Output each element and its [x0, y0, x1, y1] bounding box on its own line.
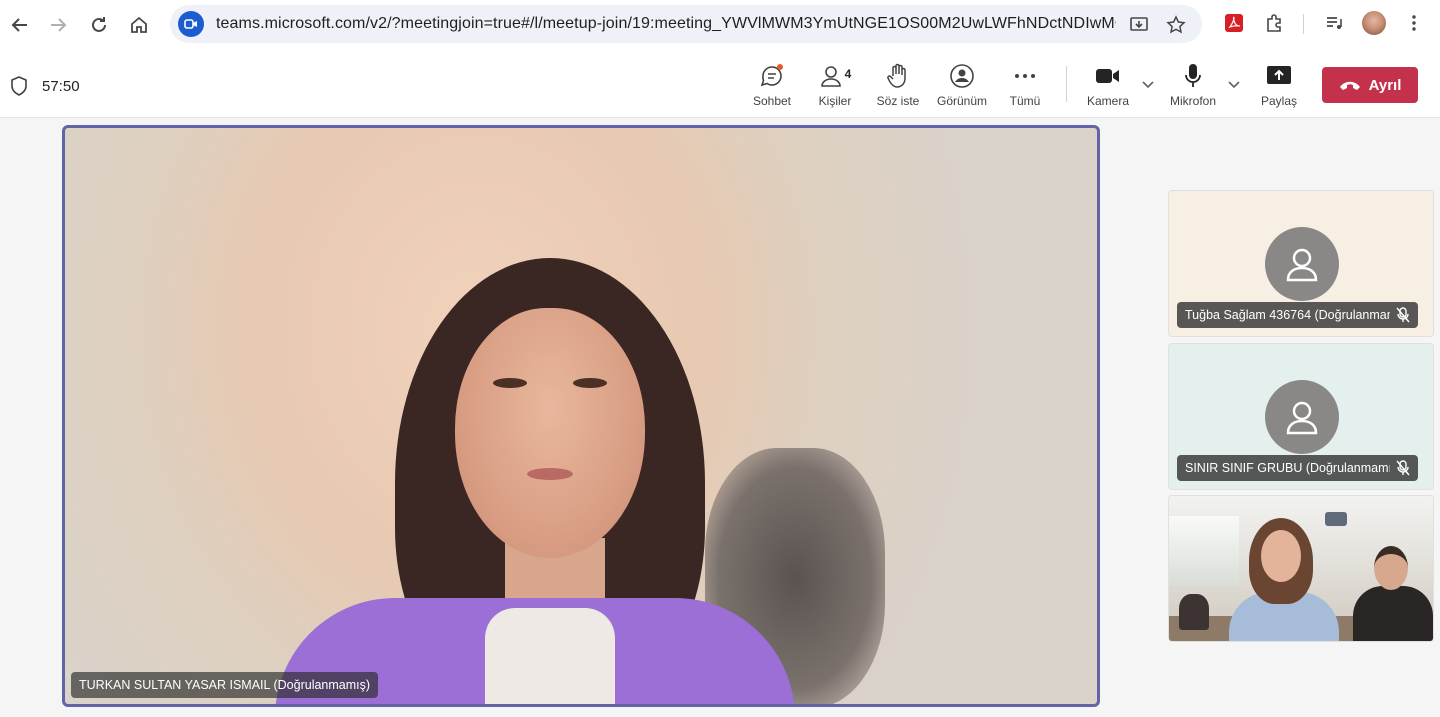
- home-button[interactable]: [119, 5, 159, 45]
- toolbar-separator: [1066, 66, 1067, 102]
- microphone-icon: [1185, 64, 1201, 87]
- person-avatar-icon: [1265, 227, 1339, 301]
- mic-muted-icon: [1396, 460, 1410, 476]
- people-count: 4: [844, 67, 852, 81]
- address-bar[interactable]: teams.microsoft.com/v2/?meetingjoin=true…: [170, 5, 1202, 43]
- student-right-body: [1353, 586, 1433, 641]
- mic-options-chevron-down-icon[interactable]: [1228, 78, 1240, 92]
- more-icon: [1015, 74, 1035, 78]
- arrow-right-icon: [51, 18, 67, 32]
- projector-icon: [1325, 512, 1347, 526]
- people-label: Kişiler: [818, 94, 852, 108]
- participant-shirt: [485, 608, 615, 704]
- people-button[interactable]: 4 Kişiler: [803, 62, 867, 108]
- mic-label: Mikrofon: [1169, 94, 1216, 108]
- url-text: teams.microsoft.com/v2/?meetingjoin=true…: [216, 15, 1116, 32]
- view-label: Görünüm: [936, 94, 988, 108]
- people-icon: [820, 66, 841, 87]
- elapsed-time: 57:50: [42, 77, 80, 95]
- participant-name: Tuğba Sağlam 436764 (Doğrulanmamış): [1185, 308, 1390, 322]
- classroom-window: [1169, 516, 1239, 586]
- chat-label: Sohbet: [752, 94, 792, 108]
- mic-button[interactable]: Mikrofon: [1161, 62, 1225, 108]
- teacher-face: [1261, 530, 1301, 582]
- camera-icon: [1096, 69, 1119, 83]
- more-label: Tümü: [1009, 94, 1041, 108]
- share-icon: [1267, 66, 1291, 84]
- participant-name-bar: SINIR SINIF GRUBU (Doğrulanmamış): [1177, 455, 1418, 481]
- bookmark-star-icon[interactable]: [1165, 14, 1187, 36]
- back-button[interactable]: [0, 5, 40, 45]
- browser-menu-icon[interactable]: [1401, 10, 1427, 36]
- pdf-extension-icon[interactable]: [1221, 10, 1247, 36]
- leave-label: Ayrıl: [1368, 76, 1402, 94]
- participant-name-bar: Tuğba Sağlam 436764 (Doğrulanmamış): [1177, 302, 1418, 328]
- participant-name: SINIR SINIF GRUBU (Doğrulanmamış): [1185, 461, 1390, 475]
- person-avatar-icon: [1265, 380, 1339, 454]
- raise-hand-button[interactable]: Söz iste: [866, 62, 930, 108]
- raise-hand-label: Söz iste: [876, 94, 920, 108]
- participant-tile[interactable]: Tuğba Sağlam 436764 (Doğrulanmamış): [1168, 190, 1434, 337]
- camera-options-chevron-down-icon[interactable]: [1142, 78, 1154, 92]
- shield-icon: [11, 76, 27, 96]
- participant-face: [455, 308, 645, 558]
- main-video-tile[interactable]: TURKAN SULTAN YASAR ISMAIL (Doğrulanmamı…: [62, 125, 1100, 707]
- meeting-timer: 57:50: [10, 76, 80, 96]
- raise-hand-icon: [887, 63, 906, 88]
- share-label: Paylaş: [1260, 94, 1298, 108]
- extensions-puzzle-icon[interactable]: [1261, 10, 1287, 36]
- install-app-icon[interactable]: [1128, 14, 1150, 36]
- arrow-left-icon: [11, 18, 27, 32]
- camera-label: Kamera: [1086, 94, 1130, 108]
- reload-button[interactable]: [79, 5, 119, 45]
- leave-button[interactable]: Ayrıl: [1322, 67, 1418, 103]
- teams-video-icon: [178, 11, 204, 37]
- media-control-icon[interactable]: [1321, 10, 1347, 36]
- self-video-tile[interactable]: [1168, 495, 1434, 642]
- view-icon: [950, 64, 974, 88]
- hang-up-icon: [1339, 81, 1360, 90]
- more-button[interactable]: Tümü: [993, 62, 1057, 108]
- mic-muted-icon: [1396, 307, 1410, 323]
- camera-button[interactable]: Kamera: [1076, 62, 1140, 108]
- profile-avatar[interactable]: [1361, 10, 1387, 36]
- participant-mouth: [527, 468, 573, 480]
- home-icon: [131, 16, 147, 33]
- forward-button[interactable]: [38, 5, 78, 45]
- view-button[interactable]: Görünüm: [930, 62, 994, 108]
- chat-button[interactable]: Sohbet: [740, 62, 804, 108]
- main-participant-name: TURKAN SULTAN YASAR ISMAIL (Doğrulanmamı…: [71, 672, 379, 698]
- toolbar-divider: [1303, 14, 1304, 34]
- student-left: [1179, 594, 1209, 630]
- meeting-toolbar: 57:50 Sohbet 4 Kişiler Söz iste Görünüm …: [0, 50, 1440, 118]
- participant-eye-right: [573, 378, 607, 388]
- participant-tile[interactable]: SINIR SINIF GRUBU (Doğrulanmamış): [1168, 343, 1434, 490]
- browser-toolbar: teams.microsoft.com/v2/?meetingjoin=true…: [0, 0, 1440, 50]
- chat-icon: [760, 64, 783, 87]
- participant-eye-left: [493, 378, 527, 388]
- share-button[interactable]: Paylaş: [1247, 62, 1311, 108]
- reload-icon: [92, 17, 106, 32]
- student-right-face: [1374, 546, 1408, 590]
